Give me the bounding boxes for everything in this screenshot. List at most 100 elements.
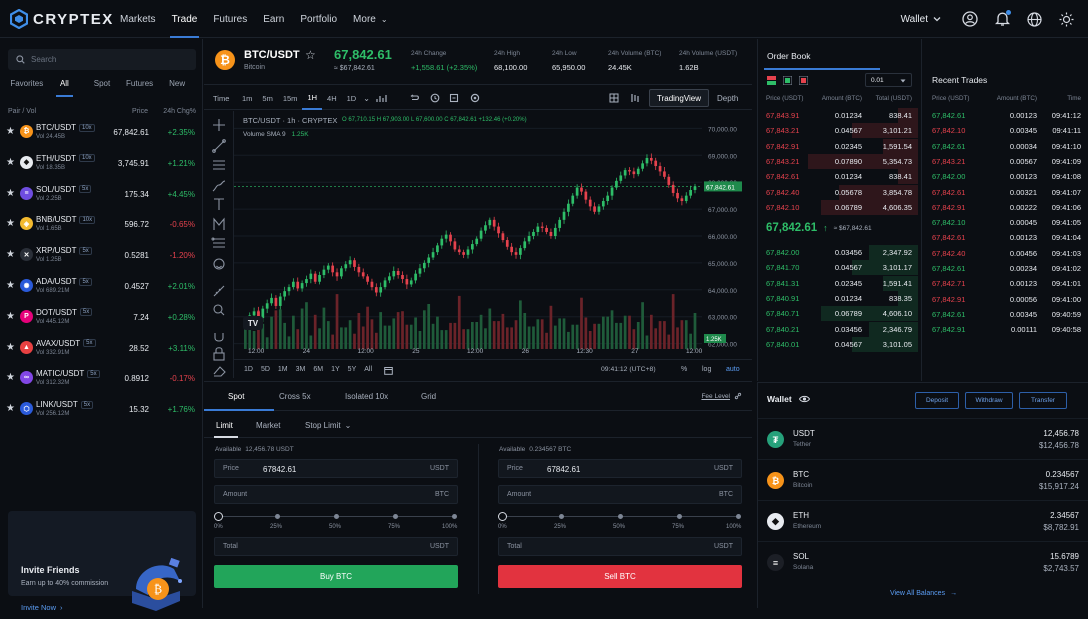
nav-portfolio[interactable]: Portfolio <box>292 0 345 38</box>
favorite-star-icon[interactable]: ★ <box>6 218 15 229</box>
wallet-asset-row[interactable]: ◆ ETH Ethereum 2.34567 $8,782.91 <box>758 500 1088 541</box>
market-row[interactable]: ★ ₿ BTC/USDT 10x Vol 24.45B 67,842.61 +2.35% <box>0 117 203 147</box>
slider-stop[interactable] <box>393 514 398 519</box>
book-both-icon[interactable] <box>767 76 776 85</box>
order-tab-cross-5x[interactable]: Cross 5x <box>279 392 311 401</box>
ask-row[interactable]: 67,842.91 0.02345 1,591.54 <box>758 138 918 154</box>
calendar-icon[interactable] <box>384 366 393 375</box>
amount-input[interactable]: Amount BTC <box>498 485 742 504</box>
market-tab-spot[interactable]: Spot <box>83 79 121 95</box>
text-tool-icon[interactable] <box>214 198 224 210</box>
brand-logo[interactable]: CRYPTEX <box>10 9 114 29</box>
market-row[interactable]: ★ ▲ AVAX/USDT 5x Vol 332.91M 28.52 +3.11% <box>0 333 203 363</box>
price-chart[interactable]: BTC/USDT · 1h · CRYPTEX O 67,710.15 H 67… <box>234 111 752 359</box>
grid-layout-icon[interactable] <box>609 93 619 103</box>
view-all-balances-link[interactable]: View All Balances → <box>758 590 1088 597</box>
range-all[interactable]: All <box>360 364 376 375</box>
ruler-icon[interactable] <box>213 285 225 297</box>
wallet-asset-row[interactable]: ≡ SOL Solana 15.6789 $2,743.57 <box>758 541 1088 582</box>
market-row[interactable]: ★ ⬡ LINK/USDT 5x Vol 256.12M 15.32 +1.76% <box>0 394 203 424</box>
profile-icon[interactable] <box>962 11 978 27</box>
nav-markets[interactable]: Markets <box>112 0 164 38</box>
slider-stop[interactable] <box>452 514 457 519</box>
emoji-icon[interactable] <box>213 258 225 270</box>
order-tab-grid[interactable]: Grid <box>421 392 436 401</box>
bid-row[interactable]: 67,841.70 0.04567 3,101.17 <box>758 260 918 276</box>
order-tab-isolated-10x[interactable]: Isolated 10x <box>345 392 388 401</box>
ask-row[interactable]: 67,843.21 0.04567 3,101.21 <box>758 123 918 139</box>
precision-select[interactable]: 0.01 <box>865 73 912 87</box>
interval-5m[interactable]: 5m <box>257 86 277 110</box>
slider-stop[interactable] <box>677 514 682 519</box>
globe-icon[interactable] <box>1027 11 1042 27</box>
amount-slider[interactable]: 0% 25% 50% 75% 100% <box>498 511 742 531</box>
range-3m[interactable]: 3M <box>292 364 310 375</box>
nav-earn[interactable]: Earn <box>255 0 292 38</box>
ask-row[interactable]: 67,842.10 0.06789 4,606.35 <box>758 199 918 215</box>
ask-row[interactable]: 67,843.21 0.07890 5,354.73 <box>758 153 918 169</box>
order-type-stop-limit[interactable]: Stop Limit ⌄ <box>305 421 351 430</box>
interval-1m[interactable]: 1m <box>237 86 257 110</box>
deposit-button[interactable]: Deposit <box>915 392 959 409</box>
eraser-icon[interactable] <box>213 366 226 377</box>
wallet-asset-row[interactable]: ₿ BTC Bitcoin 0.234567 $15,917.24 <box>758 459 1088 500</box>
ask-row[interactable]: 67,843.91 0.01234 838.41 <box>758 108 918 123</box>
market-row[interactable]: ★ ∞ MATIC/USDT 5x Vol 312.32M 0.8912 -0.17% <box>0 363 203 393</box>
magnet-icon[interactable] <box>214 333 224 342</box>
price-input[interactable]: Price 67842.61 USDT <box>214 459 458 478</box>
zoom-icon[interactable] <box>213 304 225 316</box>
book-bids-icon[interactable] <box>783 76 792 85</box>
compare-icon[interactable] <box>449 93 459 103</box>
slider-stop[interactable] <box>618 514 623 519</box>
favorite-star-icon[interactable]: ☆ <box>305 48 316 62</box>
transfer-button[interactable]: Transfer <box>1019 392 1067 409</box>
bid-row[interactable]: 67,840.01 0.04567 3,101.05 <box>758 336 918 352</box>
trendline-icon[interactable] <box>212 139 226 153</box>
view-depth[interactable]: Depth <box>709 89 746 107</box>
log-toggle[interactable]: log <box>702 366 711 373</box>
market-row[interactable]: ★ ≡ SOL/USDT 5x Vol 2.25B 175.34 +4.45% <box>0 179 203 209</box>
market-tab-all[interactable]: All <box>46 79 84 97</box>
market-tab-favorites[interactable]: Favorites <box>8 79 46 95</box>
view-tradingview[interactable]: TradingView <box>649 89 710 107</box>
withdraw-button[interactable]: Withdraw <box>965 392 1013 409</box>
percent-toggle[interactable]: % <box>681 366 687 373</box>
buy-button[interactable]: Buy BTC <box>214 565 458 588</box>
favorite-star-icon[interactable]: ★ <box>6 249 15 260</box>
chart-settings-icon[interactable] <box>470 93 480 103</box>
interval-15m[interactable]: 15m <box>278 86 303 110</box>
range-1m[interactable]: 1M <box>274 364 292 375</box>
favorite-star-icon[interactable]: ★ <box>6 311 15 322</box>
auto-toggle[interactable]: auto <box>726 366 740 373</box>
market-row[interactable]: ★ ◈ BNB/USDT 10x Vol 1.65B 596.72 -0.65% <box>0 209 203 239</box>
range-1d[interactable]: 1D <box>240 364 257 375</box>
slider-knob[interactable] <box>214 512 223 521</box>
horizontal-lines-icon[interactable] <box>213 160 225 170</box>
favorite-star-icon[interactable]: ★ <box>6 342 15 353</box>
theme-sun-icon[interactable] <box>1059 12 1074 27</box>
nav-more[interactable]: More ⌄ <box>345 0 396 38</box>
amount-input[interactable]: Amount BTC <box>214 485 458 504</box>
order-tab-spot[interactable]: Spot <box>228 392 244 401</box>
favorite-star-icon[interactable]: ★ <box>6 188 15 199</box>
sell-button[interactable]: Sell BTC <box>498 565 742 588</box>
crosshair-icon[interactable] <box>213 119 225 131</box>
fib-icon[interactable] <box>211 237 225 248</box>
lock-icon[interactable] <box>213 347 225 361</box>
range-6m[interactable]: 6M <box>309 364 327 375</box>
favorite-star-icon[interactable]: ★ <box>6 372 15 383</box>
bid-row[interactable]: 67,840.71 0.06789 4,606.10 <box>758 306 918 322</box>
undo-icon[interactable] <box>410 94 420 103</box>
pattern-icon[interactable] <box>213 217 225 230</box>
order-type-market[interactable]: Market <box>256 421 280 430</box>
range-1y[interactable]: 1Y <box>327 364 344 375</box>
total-input[interactable]: Total USDT <box>214 537 458 556</box>
wallet-asset-row[interactable]: ₮ USDT Tether 12,456.78 $12,456.78 <box>758 418 1088 459</box>
bid-row[interactable]: 67,840.21 0.03456 2,346.79 <box>758 321 918 337</box>
fee-level-link[interactable]: Fee Level <box>701 392 742 400</box>
market-row[interactable]: ★ ✕ XRP/USDT 5x Vol 1.25B 0.5281 -1.20% <box>0 240 203 270</box>
favorite-star-icon[interactable]: ★ <box>6 403 15 414</box>
slider-knob[interactable] <box>498 512 507 521</box>
indicator-icon[interactable] <box>376 94 387 103</box>
favorite-star-icon[interactable]: ★ <box>6 280 15 291</box>
